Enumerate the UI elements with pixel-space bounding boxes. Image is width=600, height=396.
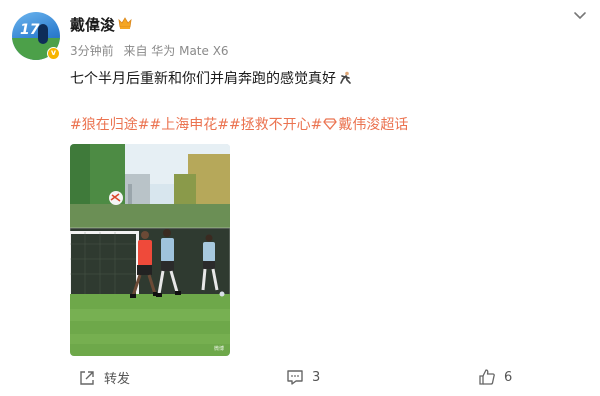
post-text-content: 七个半月后重新和你们并肩奔跑的感觉真好 xyxy=(70,71,336,87)
like-button[interactable]: 6 xyxy=(478,368,512,386)
diamond-icon xyxy=(323,118,338,130)
post-time[interactable]: 3分钟前 xyxy=(70,44,114,58)
comment-icon xyxy=(287,370,303,385)
like-count: 6 xyxy=(504,369,513,385)
hashtag-line: #狼在归途##上海申花##拯救不开心# 戴伟浚超话 xyxy=(70,114,408,134)
repost-button[interactable]: 转发 xyxy=(78,368,130,387)
post-text: 七个半月后重新和你们并肩奔跑的感觉真好 xyxy=(70,68,352,88)
post-photo[interactable]: 微博 xyxy=(70,144,230,356)
crown-emoji-icon xyxy=(118,17,132,29)
hashtag-link[interactable]: #上海申花# xyxy=(149,117,228,133)
post-meta: 3分钟前 来自 华为 Mate X6 xyxy=(70,42,235,59)
username[interactable]: 戴偉浚 xyxy=(70,14,115,35)
hashtag-link[interactable]: #狼在归途# xyxy=(70,117,149,133)
chevron-down-icon[interactable] xyxy=(572,10,588,22)
post-source: 来自 华为 Mate X6 xyxy=(123,44,229,58)
avatar-player xyxy=(38,24,48,44)
comment-button[interactable]: 3 xyxy=(286,368,320,386)
comment-count: 3 xyxy=(312,369,321,385)
photo-watermark: 微博 xyxy=(213,346,224,352)
runner-emoji-icon xyxy=(340,71,351,84)
verified-badge-icon: v xyxy=(47,47,60,60)
thumbs-up-icon xyxy=(479,369,495,385)
avatar-number: 17 xyxy=(20,22,40,38)
repost-label: 转发 xyxy=(104,372,131,387)
super-topic-link[interactable]: 戴伟浚超话 xyxy=(338,117,408,133)
action-bar: 转发 3 6 xyxy=(0,362,600,392)
hashtag-link[interactable]: #拯救不开心# xyxy=(229,117,322,133)
repost-icon xyxy=(80,370,94,385)
